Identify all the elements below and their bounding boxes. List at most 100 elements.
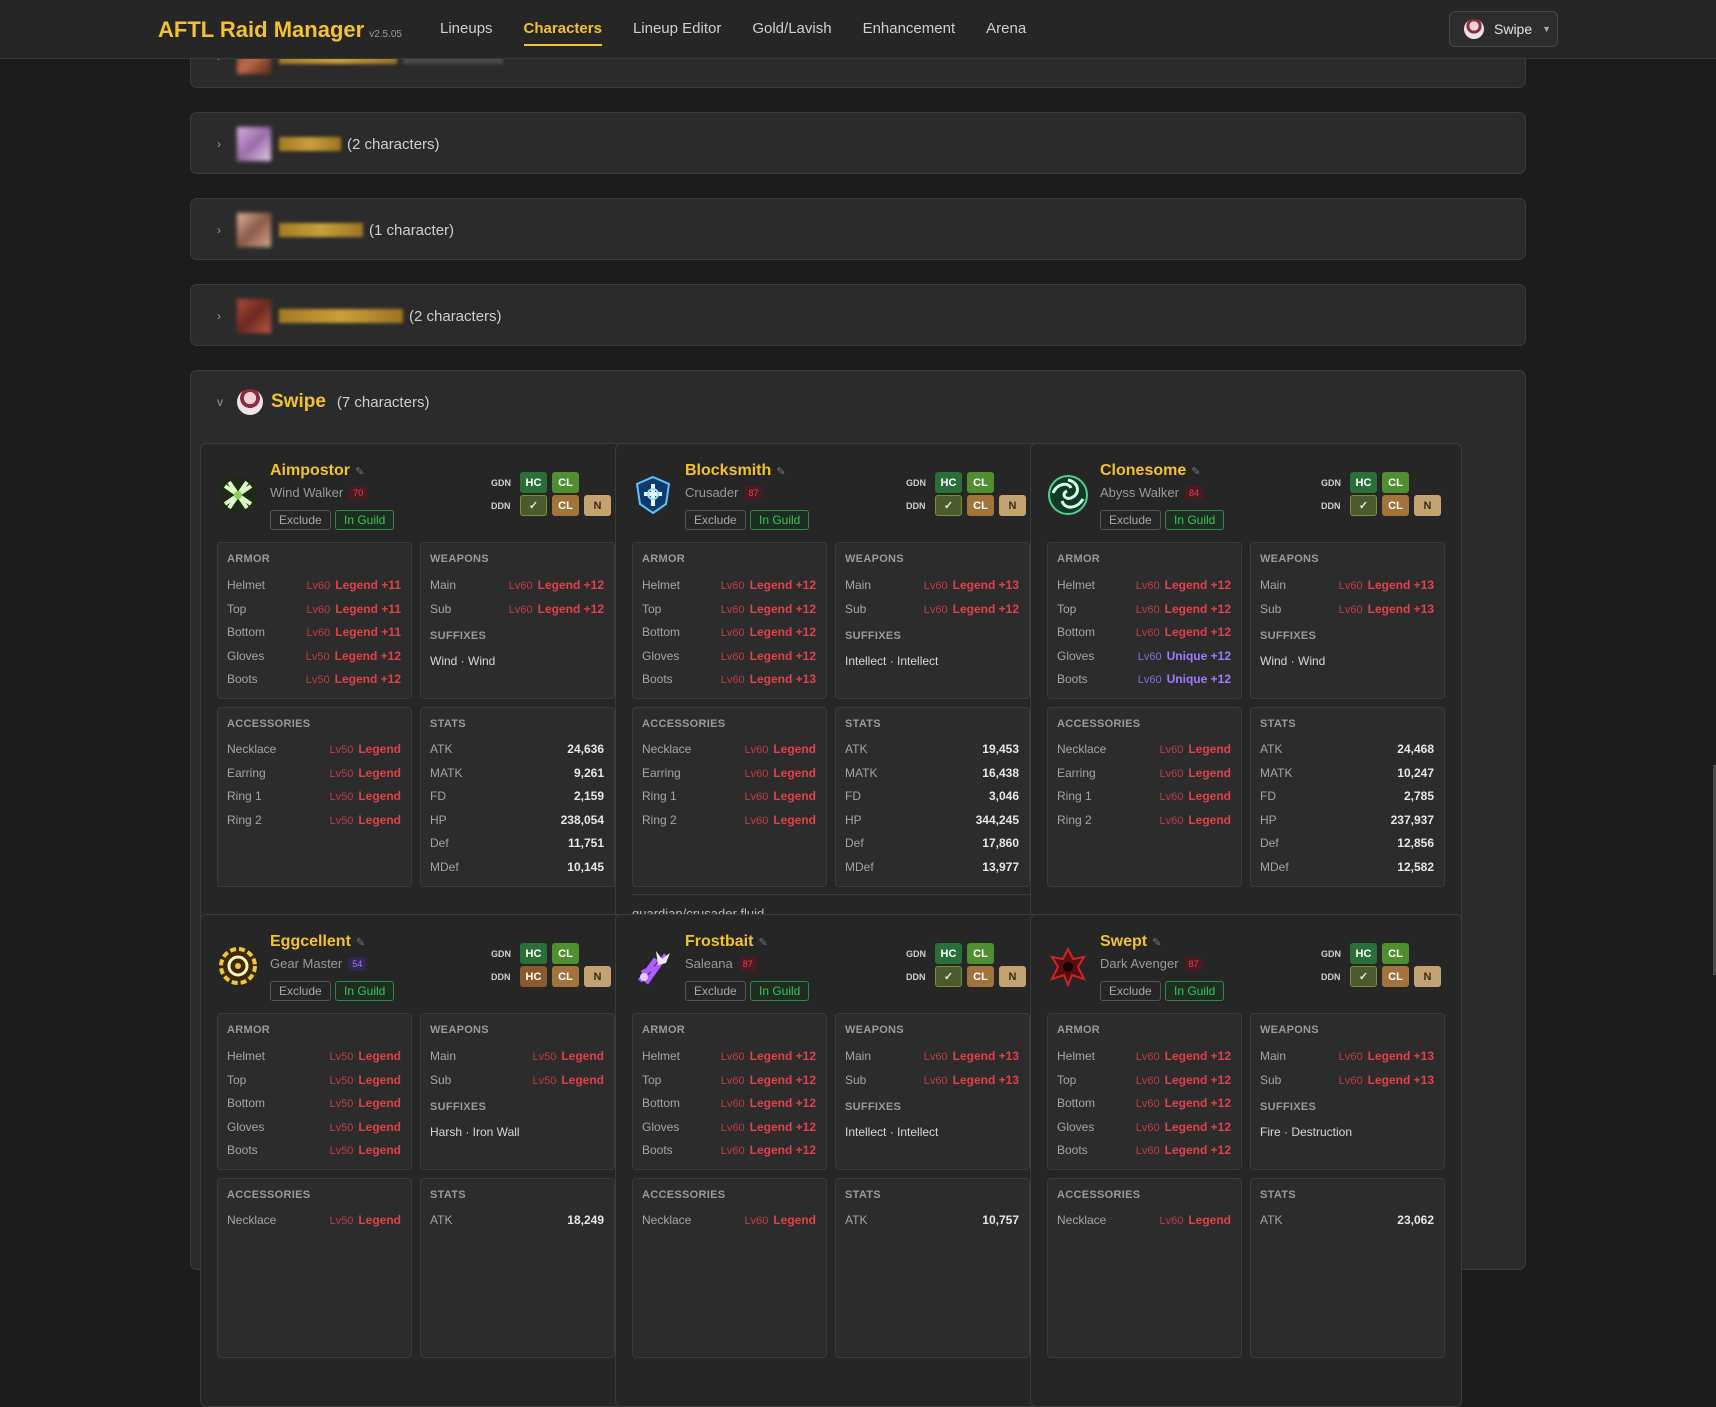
- ddn-cl-toggle[interactable]: CL: [1382, 966, 1409, 987]
- exclude-button[interactable]: Exclude: [270, 981, 331, 1001]
- stat-label: ATK: [430, 742, 453, 756]
- in-guild-button[interactable]: In Guild: [335, 981, 395, 1001]
- item-level: Lv50: [305, 674, 330, 686]
- gdn-hc-toggle[interactable]: HC: [1350, 472, 1377, 493]
- ddn-n-toggle[interactable]: N: [584, 495, 611, 516]
- item-grade: Lv60 Legend +12: [1136, 1096, 1231, 1110]
- nav-link-enhancement[interactable]: Enhancement: [863, 20, 956, 46]
- nav-link-lineups[interactable]: Lineups: [440, 20, 493, 46]
- character-name[interactable]: Blocksmith ✎: [685, 462, 785, 480]
- item-grade: Lv60 Legend: [1159, 789, 1231, 803]
- gdn-cl-toggle[interactable]: CL: [552, 943, 579, 964]
- item-level: Lv60: [1159, 744, 1184, 756]
- edit-pencil-icon[interactable]: ✎: [776, 466, 785, 478]
- accessories-title: ACCESSORIES: [642, 1189, 726, 1201]
- exclude-button[interactable]: Exclude: [685, 981, 746, 1001]
- character-group-collapsed[interactable]: › (2 characters): [190, 284, 1526, 346]
- saleana-icon: [632, 945, 674, 987]
- armor-title: ARMOR: [1057, 553, 1101, 565]
- item-value: Legend: [358, 765, 401, 780]
- edit-pencil-icon[interactable]: ✎: [1191, 466, 1200, 478]
- ddn-cl-toggle[interactable]: CL: [552, 966, 579, 987]
- ddn-n-toggle[interactable]: N: [999, 966, 1026, 987]
- item-grade: Lv60 Legend +12: [721, 578, 816, 592]
- group-avatar-icon: [237, 389, 263, 415]
- character-name[interactable]: Frostbait ✎: [685, 933, 768, 951]
- character-group-collapsed[interactable]: › (2 characters): [190, 112, 1526, 174]
- accessories-title: ACCESSORIES: [1057, 1189, 1141, 1201]
- gear-master-icon: [217, 945, 259, 987]
- ddn-n-toggle[interactable]: N: [1414, 495, 1441, 516]
- item-value: Legend +12: [749, 625, 816, 639]
- slot-label: Main: [1260, 578, 1287, 592]
- in-guild-button[interactable]: In Guild: [1165, 510, 1225, 530]
- slot-label: Top: [642, 1072, 662, 1087]
- ddn-hc-toggle[interactable]: HC: [520, 966, 547, 987]
- gdn-hc-toggle[interactable]: HC: [935, 943, 962, 964]
- gdn-hc-toggle[interactable]: HC: [935, 472, 962, 493]
- ddn-cl-toggle[interactable]: CL: [967, 495, 994, 516]
- armor-row: Helmet Lv60 Legend +12: [642, 577, 816, 593]
- ddn-n-toggle[interactable]: N: [584, 966, 611, 987]
- slot-label: Sub: [430, 601, 452, 616]
- nav-link-characters[interactable]: Characters: [523, 20, 602, 46]
- exclude-button[interactable]: Exclude: [1100, 981, 1161, 1001]
- app-title[interactable]: AFTL Raid Manager v2.5.05: [158, 17, 402, 43]
- gdn-cl-toggle[interactable]: CL: [1382, 472, 1409, 493]
- edit-pencil-icon[interactable]: ✎: [1152, 937, 1161, 949]
- ddn-row: DDN ✓ CL N: [906, 966, 1026, 987]
- character-name[interactable]: Clonesome ✎: [1100, 462, 1200, 480]
- character-name[interactable]: Eggcellent ✎: [270, 933, 365, 951]
- gdn-cl-toggle[interactable]: CL: [552, 472, 579, 493]
- stat-label: MATK: [845, 765, 878, 780]
- exclude-button[interactable]: Exclude: [270, 510, 331, 530]
- exclude-button[interactable]: Exclude: [1100, 510, 1161, 530]
- ddn-hc-checkbox[interactable]: ✓: [1350, 966, 1377, 987]
- gdn-hc-toggle[interactable]: HC: [520, 943, 547, 964]
- gdn-cl-toggle[interactable]: CL: [967, 943, 994, 964]
- class-name: Wind Walker: [270, 485, 344, 500]
- character-name[interactable]: Aimpostor ✎: [270, 462, 364, 480]
- ddn-cl-toggle[interactable]: CL: [552, 495, 579, 516]
- character-name-text: Clonesome: [1100, 462, 1187, 479]
- user-menu-button[interactable]: Swipe ▼: [1449, 11, 1558, 47]
- item-level: Lv60: [744, 791, 769, 803]
- in-guild-button[interactable]: In Guild: [335, 510, 395, 530]
- stat-row: MDef 10,145: [430, 859, 604, 875]
- suffixes-title: SUFFIXES: [1260, 1101, 1317, 1113]
- gdn-hc-toggle[interactable]: HC: [1350, 943, 1377, 964]
- nav-link-gold-lavish[interactable]: Gold/Lavish: [752, 20, 831, 46]
- gdn-cl-toggle[interactable]: CL: [1382, 943, 1409, 964]
- ddn-cl-toggle[interactable]: CL: [1382, 495, 1409, 516]
- gdn-hc-toggle[interactable]: HC: [520, 472, 547, 493]
- gdn-cl-toggle[interactable]: CL: [967, 472, 994, 493]
- in-guild-button[interactable]: In Guild: [1165, 981, 1225, 1001]
- item-level: Lv60: [720, 580, 745, 592]
- ddn-hc-checkbox[interactable]: ✓: [520, 495, 547, 516]
- stats-panel: STATS ATK 18,249: [420, 1178, 615, 1358]
- accessories-title: ACCESSORIES: [1057, 718, 1141, 730]
- item-grade: Lv60 Legend +12: [721, 1073, 816, 1087]
- ddn-hc-checkbox[interactable]: ✓: [935, 966, 962, 987]
- item-level: Lv60: [1135, 580, 1160, 592]
- ddn-hc-checkbox[interactable]: ✓: [1350, 495, 1377, 516]
- stat-row: FD 2,785: [1260, 788, 1434, 804]
- group-header[interactable]: v Swipe (7 characters): [191, 371, 1525, 433]
- exclude-button[interactable]: Exclude: [685, 510, 746, 530]
- item-level: Lv60: [1159, 791, 1184, 803]
- edit-pencil-icon[interactable]: ✎: [355, 466, 364, 478]
- character-name[interactable]: Swept ✎: [1100, 933, 1161, 951]
- ddn-n-toggle[interactable]: N: [999, 495, 1026, 516]
- ddn-n-toggle[interactable]: N: [1414, 966, 1441, 987]
- character-group-collapsed[interactable]: › (1 character): [190, 198, 1526, 260]
- edit-pencil-icon[interactable]: ✎: [356, 937, 365, 949]
- nav-link-arena[interactable]: Arena: [986, 20, 1026, 46]
- in-guild-button[interactable]: In Guild: [750, 981, 810, 1001]
- in-guild-button[interactable]: In Guild: [750, 510, 810, 530]
- armor-panel: ARMOR Helmet Lv60 Legend +11 Top Lv60 Legend +…: [217, 542, 412, 699]
- ddn-cl-toggle[interactable]: CL: [967, 966, 994, 987]
- edit-pencil-icon[interactable]: ✎: [758, 937, 767, 949]
- item-grade: Lv50 Legend: [329, 1120, 401, 1134]
- ddn-hc-checkbox[interactable]: ✓: [935, 495, 962, 516]
- nav-link-lineup-editor[interactable]: Lineup Editor: [633, 20, 721, 46]
